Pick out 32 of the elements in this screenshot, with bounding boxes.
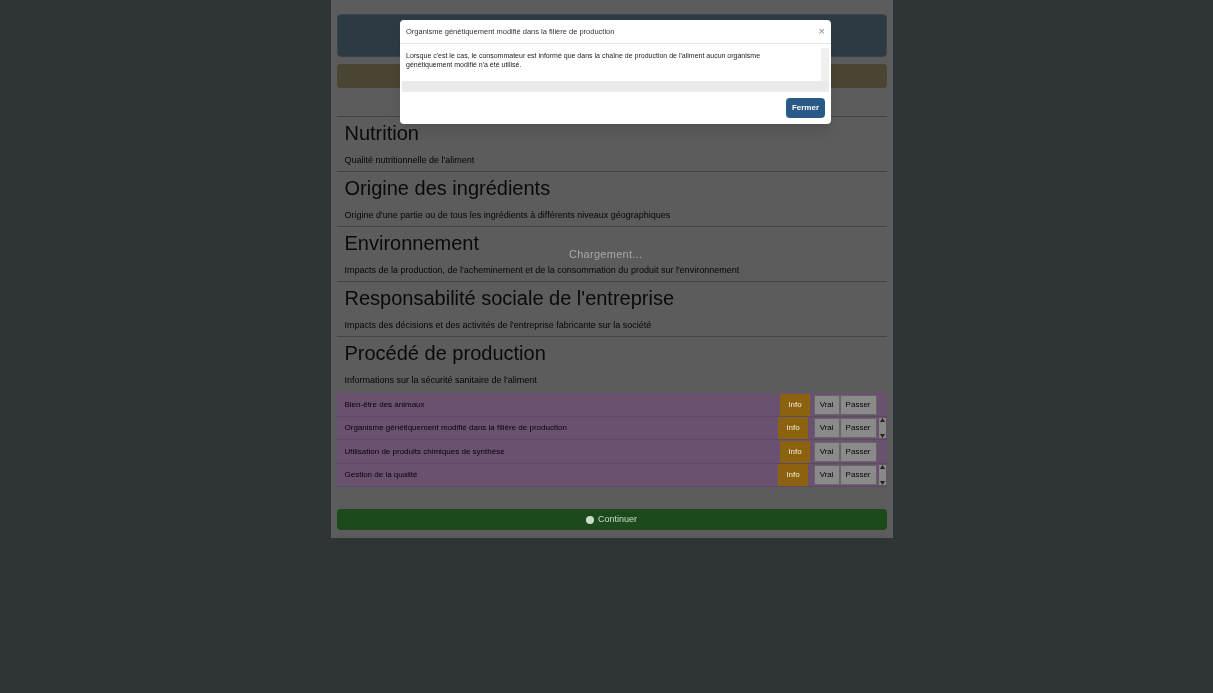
section-title: Environnement bbox=[344, 231, 480, 257]
criterion-label: Organisme génétiquement modifié dans la filière de production bbox=[344, 422, 568, 435]
criterion-label: Gestion de la qualité bbox=[344, 469, 419, 482]
true-button[interactable]: Vrai bbox=[813, 418, 840, 439]
criterion-label: Bien-être des animaux bbox=[344, 398, 426, 411]
close-button[interactable]: × bbox=[818, 26, 825, 37]
section-title: Nutrition bbox=[344, 121, 419, 147]
true-button[interactable]: Vrai bbox=[813, 465, 840, 486]
spinner-arrows-icon[interactable] bbox=[878, 418, 886, 439]
skip-button[interactable]: Passer bbox=[839, 418, 877, 439]
loading-text: Chargement... bbox=[569, 247, 643, 262]
section-title: Origine des ingrédients bbox=[344, 176, 551, 202]
section-description: Qualité nutritionnelle de l'aliment bbox=[344, 154, 475, 168]
info-button[interactable]: Info bbox=[778, 417, 808, 440]
info-button[interactable]: Info bbox=[778, 464, 808, 487]
info-button[interactable]: Info bbox=[780, 440, 810, 463]
skip-button[interactable]: Passer bbox=[839, 465, 877, 486]
skip-button[interactable]: Passer bbox=[839, 394, 877, 415]
skip-button[interactable]: Passer bbox=[839, 441, 877, 462]
section-description: Informations sur la sécurité sanitaire de l'aliment bbox=[344, 374, 537, 388]
true-button[interactable]: Vrai bbox=[813, 394, 840, 415]
close-dialog-button[interactable]: Fermer bbox=[785, 98, 825, 118]
info-button[interactable]: Info bbox=[780, 393, 810, 416]
spinner-arrows-icon[interactable] bbox=[878, 465, 886, 486]
criterion-label: Utilisation de produits chimiques de synthèse bbox=[344, 445, 506, 458]
section-title: Procédé de production bbox=[344, 341, 546, 367]
section-description: Origine d'une partie ou de tous les ingrédients à différents niveaux géographiques bbox=[344, 209, 671, 223]
section-description: Impacts de la production, de l'acheminement et de la consommation du produit sur l'environnement bbox=[344, 264, 740, 278]
section-description: Impacts des décisions et des activités de l'entreprise fabricante sur la société bbox=[344, 319, 652, 333]
continue-button[interactable]: Continuer bbox=[336, 509, 887, 530]
section-title: Responsabilité sociale de l'entreprise bbox=[344, 286, 675, 312]
true-button[interactable]: Vrai bbox=[813, 441, 840, 462]
